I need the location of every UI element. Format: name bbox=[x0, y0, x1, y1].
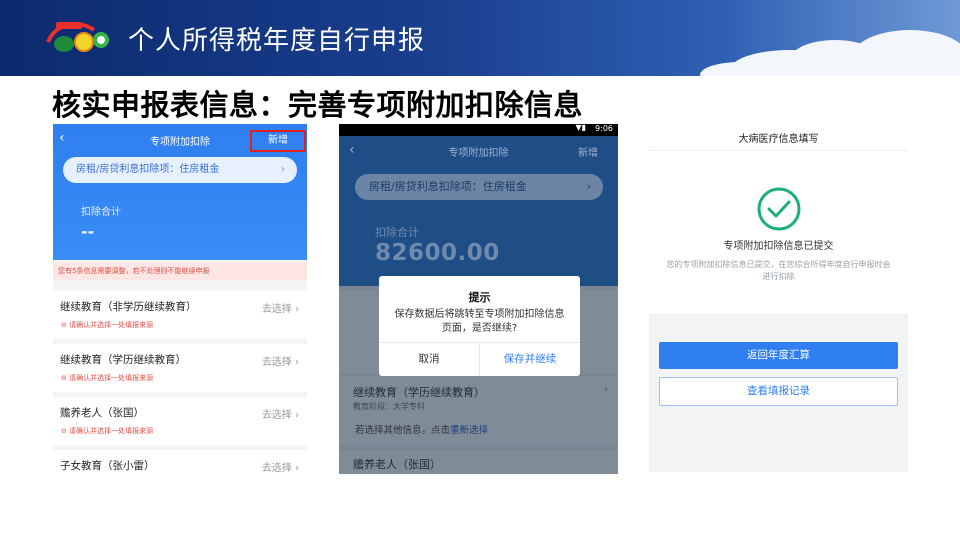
item-action[interactable]: 去选择 › bbox=[262, 406, 299, 421]
reselect-line: 若选择其他信息，点击重新选择 bbox=[355, 425, 489, 436]
reselect-link[interactable]: 重新选择 bbox=[450, 425, 488, 436]
page-title: 大病医疗信息填写 bbox=[738, 134, 819, 145]
page-heading: 核实申报表信息：完善专项附加扣除信息 bbox=[52, 88, 584, 122]
item-hint: ⊖ 请确认并选择一处填报来源 bbox=[61, 374, 154, 382]
item-title: 子女教育（张小雷） bbox=[60, 460, 155, 472]
list-item[interactable]: 赡养老人（张国） 去选择 › ⊖ 请确认并选择一处填报来源 bbox=[53, 397, 307, 445]
list-item[interactable]: 赡养老人（张国） bbox=[339, 450, 618, 474]
item-title: 继续教育（非学历继续教育） bbox=[60, 301, 197, 313]
sum-label: 扣除合计 bbox=[81, 207, 121, 218]
nav-title: 专项附加扣除 bbox=[448, 148, 509, 159]
save-continue-button[interactable]: 保存并继续 bbox=[480, 342, 580, 376]
dialog-message: 保存数据后将跳转至专项附加扣除信息页面，是否继续? bbox=[394, 309, 565, 334]
success-desc: 您的专项附加扣除信息已提交，在您综合所得年度自行申报时会进行扣除 bbox=[666, 260, 891, 281]
view-records-button[interactable]: 查看填报记录 bbox=[659, 377, 898, 406]
chevron-right-icon: › bbox=[586, 180, 591, 193]
dialog-title: 提示 bbox=[468, 291, 491, 304]
housing-deduction-pill[interactable]: 房租/房贷利息扣除项：住房租金 › bbox=[355, 174, 603, 200]
item-title: 继续教育（学历继续教育） bbox=[60, 354, 186, 366]
banner-title: 个人所得税年度自行申报 bbox=[128, 26, 426, 56]
status-time: 9:06 bbox=[595, 124, 613, 133]
item-title: 继续教育（学历继续教育） bbox=[353, 386, 485, 399]
item-action[interactable]: 去选择 › bbox=[262, 459, 299, 474]
tax-logo-icon bbox=[46, 22, 109, 52]
screenshot-deduction-list: ‹ 专项附加扣除 新增 房租/房贷利息扣除项：住房租金 › 扣除合计 -- 您有… bbox=[53, 124, 307, 474]
sum-value: 82600.00 bbox=[375, 240, 500, 266]
item-title: 赡养老人（张国） bbox=[60, 407, 144, 419]
pill-label: 房租/房贷利息扣除项：住房租金 bbox=[76, 164, 220, 175]
header-banner: 个人所得税年度自行申报 bbox=[0, 0, 960, 76]
success-title: 专项附加扣除信息已提交 bbox=[723, 241, 834, 252]
screenshot-submitted: 大病医疗信息填写 专项附加扣除信息已提交 您的专项附加扣除信息已提交，在您综合所… bbox=[649, 124, 908, 472]
item-title: 赡养老人（张国） bbox=[353, 458, 441, 471]
chevron-right-icon: › bbox=[604, 384, 608, 395]
chevron-right-icon: › bbox=[281, 164, 285, 175]
success-check-icon bbox=[757, 187, 801, 231]
divider bbox=[649, 150, 908, 151]
list-item[interactable]: 继续教育（学历继续教育） 去选择 › ⊖ 请确认并选择一处填报来源 bbox=[53, 344, 307, 392]
confirm-dialog: 提示 保存数据后将跳转至专项附加扣除信息页面，是否继续? 取消 保存并继续 bbox=[379, 276, 580, 376]
list-item[interactable]: 子女教育（张小雷） 去选择 › bbox=[53, 450, 307, 474]
pill-label: 房租/房贷利息扣除项：住房租金 bbox=[369, 180, 527, 193]
nav-bar: ‹ 专项附加扣除 新增 bbox=[53, 128, 307, 152]
status-bar: ▼▮ 9:06 bbox=[339, 124, 618, 136]
list-item[interactable]: 继续教育（学历继续教育） › 教育阶段：大学专科 若选择其他信息，点击重新选择 bbox=[339, 376, 618, 444]
sum-label: 扣除合计 bbox=[375, 226, 419, 239]
item-action[interactable]: 去选择 › bbox=[262, 300, 299, 315]
add-button[interactable]: 新增 bbox=[250, 130, 306, 152]
return-annual-button[interactable]: 返回年度汇算 bbox=[659, 342, 898, 369]
wifi-icon: ▼▮ bbox=[575, 124, 586, 132]
warning-bar: 您有5条信息需要调整，若不处理则不能继续申报 bbox=[53, 262, 307, 280]
list-item[interactable]: 继续教育（非学历继续教育） 去选择 › ⊖ 请确认并选择一处填报来源 bbox=[53, 291, 307, 339]
item-hint: ⊖ 请确认并选择一处填报来源 bbox=[61, 427, 154, 435]
item-action[interactable]: 去选择 › bbox=[262, 353, 299, 368]
cancel-button[interactable]: 取消 bbox=[379, 342, 479, 376]
housing-deduction-pill[interactable]: 房租/房贷利息扣除项：住房租金 › bbox=[63, 157, 297, 183]
item-detail: 教育阶段：大学专科 bbox=[353, 402, 425, 411]
screenshot-save-dialog: ▼▮ 9:06 ‹ 专项附加扣除 新增 房租/房贷利息扣除项：住房租金 › 扣除… bbox=[339, 124, 618, 474]
slide: 个人所得税年度自行申报 核实申报表信息：完善专项附加扣除信息 ‹ 专项附加扣除 … bbox=[0, 0, 960, 540]
summary-panel: ‹ 专项附加扣除 新增 房租/房贷利息扣除项：住房租金 › 扣除合计 -- bbox=[53, 124, 307, 260]
add-button[interactable]: 新增 bbox=[578, 144, 598, 159]
item-hint: ⊖ 请确认并选择一处填报来源 bbox=[61, 321, 154, 329]
sum-value: -- bbox=[81, 222, 95, 241]
